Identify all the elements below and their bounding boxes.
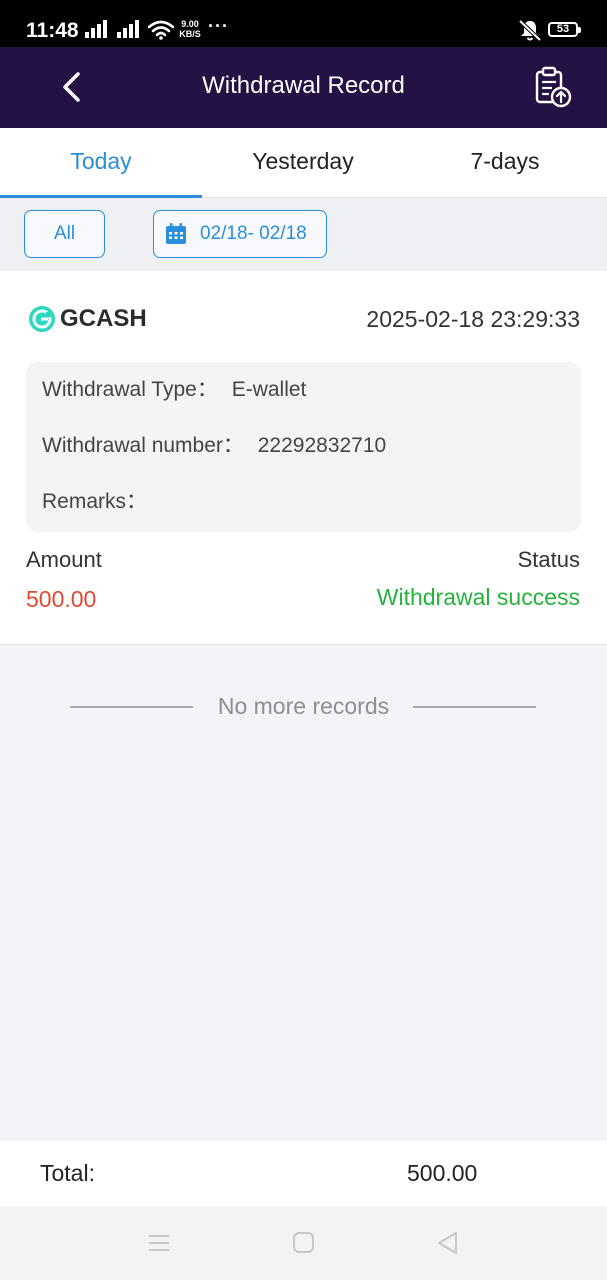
tab-today[interactable]: Today [0, 128, 202, 198]
status-label: Status [517, 547, 580, 572]
withdrawal-number-row: Withdrawal number： 22292832710 [42, 432, 386, 460]
withdrawal-number-value: 22292832710 [257, 434, 387, 457]
total-label: Total: [40, 1160, 95, 1186]
withdrawal-record-card[interactable]: GCASH 2025-02-18 23:29:33 Withdrawal Typ… [0, 271, 607, 645]
withdrawal-record-screen: 11:48 9.00 KB/S ··· 53 Withdrawal Record… [0, 0, 607, 1280]
net-speed-unit: KB/S [179, 29, 201, 39]
signal-icon [85, 20, 111, 38]
home-icon[interactable] [291, 1230, 317, 1256]
total-bar: Total: 500.00 [0, 1141, 607, 1206]
wifi-icon [148, 20, 174, 40]
date-range-button[interactable]: 02/18- 02/18 [153, 210, 327, 258]
remarks-label: Remarks： [42, 490, 148, 513]
list-end-indicator: No more records [0, 690, 607, 722]
withdrawal-type-value: E-wallet [231, 378, 307, 401]
status-value: Withdrawal success [376, 584, 580, 610]
net-speed: 9.00 KB/S [177, 19, 203, 39]
total-value: 500.00 [407, 1160, 478, 1186]
gcash-logo-icon [29, 306, 55, 332]
provider-name: GCASH [60, 305, 147, 332]
amount-value: 500.00 [26, 586, 97, 612]
status-more-dots: ··· [208, 16, 229, 36]
amount-label: Amount [26, 547, 102, 572]
withdrawal-type-label: Withdrawal Type： [42, 378, 218, 401]
filter-bar: All 02/18- 02/18 [0, 198, 607, 271]
clipboard-upload-icon[interactable] [530, 65, 574, 109]
app-header: Withdrawal Record [0, 47, 607, 128]
bell-muted-icon [518, 19, 542, 41]
divider-right [413, 706, 536, 708]
record-details: Withdrawal Type： E-wallet Withdrawal num… [26, 362, 581, 532]
calendar-icon [166, 223, 186, 244]
date-tabs: Today Yesterday 7-days [0, 128, 607, 198]
menu-icon[interactable] [146, 1230, 172, 1256]
tab-7-days[interactable]: 7-days [404, 128, 606, 198]
page-title: Withdrawal Record [202, 72, 405, 99]
filter-all-button[interactable]: All [24, 210, 105, 258]
tab-yesterday[interactable]: Yesterday [202, 128, 404, 198]
date-range-label: 02/18- 02/18 [200, 223, 307, 244]
remarks-row: Remarks： [42, 488, 147, 516]
withdrawal-type-row: Withdrawal Type： E-wallet [42, 376, 306, 404]
status-bar: 11:48 9.00 KB/S ··· 53 [0, 0, 607, 47]
system-navigation-bar [0, 1206, 607, 1280]
battery-icon: 53 [548, 22, 581, 37]
withdrawal-number-label: Withdrawal number： [42, 434, 244, 457]
status-time: 11:48 [26, 19, 79, 42]
signal-icon-2 [117, 20, 143, 38]
record-datetime: 2025-02-18 23:29:33 [366, 306, 580, 332]
back-triangle-icon[interactable] [435, 1230, 461, 1256]
net-speed-value: 9.00 [181, 19, 199, 29]
